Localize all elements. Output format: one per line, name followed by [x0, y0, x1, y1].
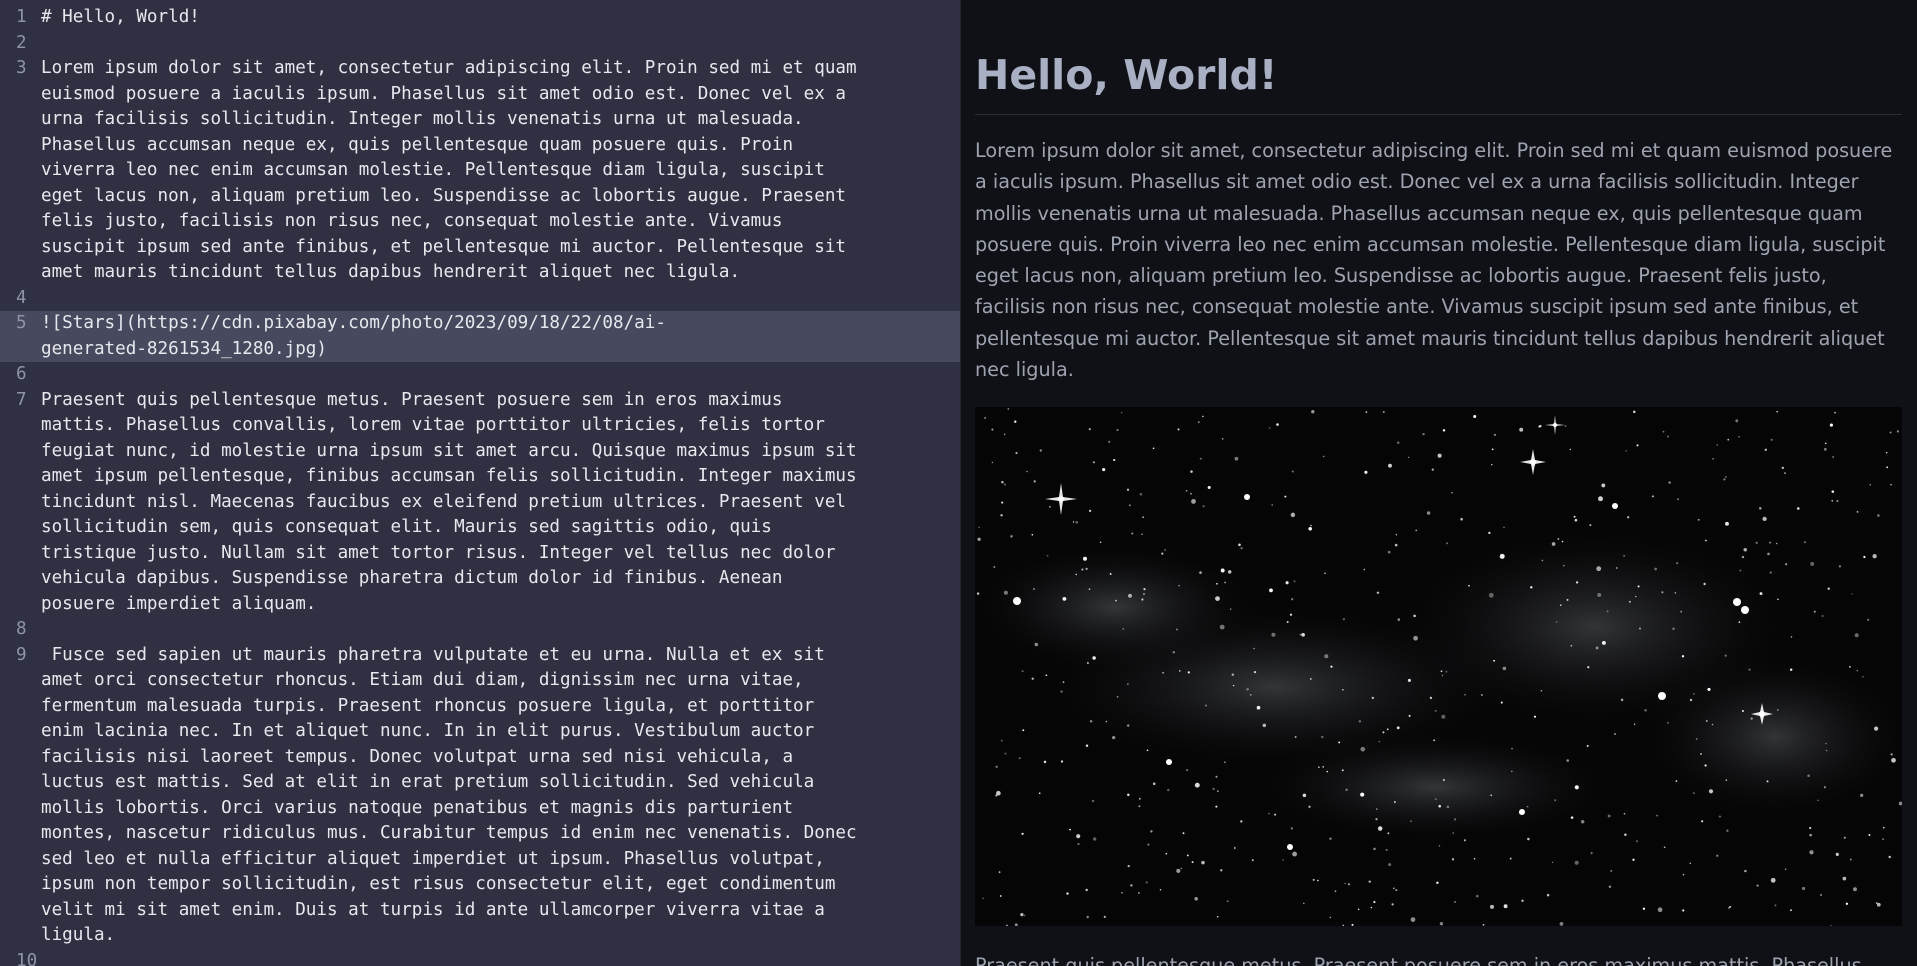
editor-lines: 1 # Hello, World! 2 3 Lorem ipsum dolor sit …: [0, 5, 960, 966]
line-number: 8: [16, 619, 27, 639]
line-content[interactable]: # Hello, World!: [41, 5, 946, 31]
line-number: 10: [16, 950, 38, 966]
editor-line[interactable]: 6: [0, 362, 960, 388]
editor-line[interactable]: 7 Praesent quis pellentesque metus. Praes…: [0, 388, 960, 618]
markdown-source-editor[interactable]: 1 # Hello, World! 2 3 Lorem ipsum dolor sit …: [0, 0, 960, 966]
editor-line[interactable]: 1 # Hello, World!: [0, 5, 960, 31]
preview-paragraph: Lorem ipsum dolor sit amet, consectetur …: [975, 139, 1893, 382]
line-number: 7: [16, 389, 27, 410]
editor-line[interactable]: 2: [0, 31, 960, 57]
editor-line[interactable]: 3 Lorem ipsum dolor sit amet, consectetur…: [0, 56, 960, 286]
line-content[interactable]: Fusce sed sapien ut mauris pharetra vulp…: [41, 643, 946, 949]
editor-line[interactable]: 4: [0, 286, 960, 312]
markdown-preview-pane: Hello, World! Lorem ipsum dolor sit amet…: [960, 0, 1917, 966]
line-content[interactable]: Praesent quis pellentesque metus. Praese…: [41, 388, 946, 618]
line-number: 4: [16, 287, 27, 308]
editor-line[interactable]: 5 ![Stars](https://cdn.pixabay.com/photo/…: [0, 311, 960, 362]
line-number: 5: [16, 313, 27, 333]
line-number: 9: [16, 644, 27, 665]
editor-line[interactable]: 8: [0, 617, 960, 643]
preview-content: Hello, World! Lorem ipsum dolor sit amet…: [975, 48, 1902, 966]
editor-line[interactable]: 9 Fusce sed sapien ut mauris pharetra vu…: [0, 643, 960, 949]
editor-line[interactable]: 10: [0, 949, 960, 966]
line-number: 3: [16, 58, 27, 78]
line-content[interactable]: Lorem ipsum dolor sit amet, consectetur …: [41, 56, 946, 286]
line-number: 1: [16, 7, 27, 27]
preview-paragraph-2: Praesent quis pellentesque metus. Praese…: [975, 954, 1862, 966]
line-content[interactable]: ![Stars](https://cdn.pixabay.com/photo/2…: [41, 311, 946, 362]
markdown-editor-app: 1 # Hello, World! 2 3 Lorem ipsum dolor sit …: [0, 0, 1917, 966]
line-number: 2: [16, 32, 27, 53]
preview-heading: Hello, World!: [975, 48, 1902, 115]
line-number: 6: [16, 364, 27, 384]
stars-image: [975, 407, 1902, 927]
preview-scrollbar[interactable]: [1903, 0, 1917, 966]
